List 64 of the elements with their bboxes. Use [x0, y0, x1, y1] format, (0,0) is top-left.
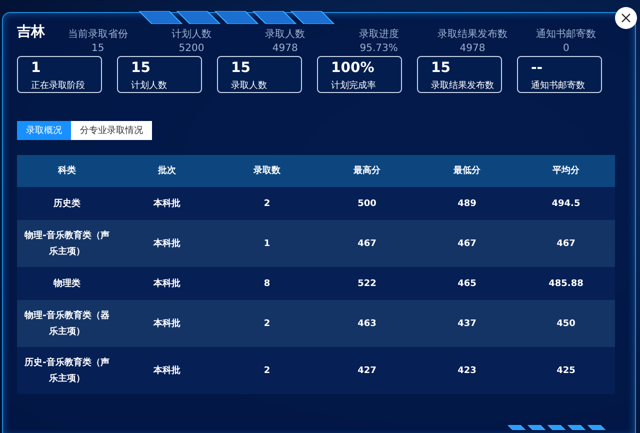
table-cell-text: 物理类 [52, 277, 82, 290]
table-cell-text: 437 [456, 318, 478, 330]
column-header: 科类 [56, 164, 77, 178]
background-stat-value: 4978 [272, 43, 298, 54]
table-cell-text: 本科批 [152, 197, 182, 210]
table-cell-text: 489 [456, 198, 478, 210]
table-cell-text: 本科批 [152, 364, 182, 378]
background-stat-label: 录取人数 [265, 28, 306, 41]
close-button[interactable] [615, 7, 637, 29]
stat-label: 录取人数 [231, 80, 268, 92]
stat-value: 15 [431, 60, 452, 76]
column-header: 最高分 [352, 164, 382, 178]
table-cell-text: 8 [262, 278, 272, 290]
column-header: 最低分 [452, 164, 482, 178]
table-cell-text: 本科批 [152, 277, 182, 290]
table-cell-text: 450 [556, 318, 576, 330]
table-cell-text: 485.88 [548, 278, 584, 290]
table-cell-text: 500 [356, 198, 378, 210]
stat-value: 1 [31, 60, 42, 76]
stat-value: -- [531, 60, 544, 76]
close-icon [621, 13, 631, 23]
background-stat-value: 5200 [178, 43, 204, 54]
background-stat-label: 录取进度 [358, 28, 399, 41]
stat-label: 录取结果发布数 [431, 80, 495, 92]
table-cell-text: 历史-音乐教育类（声乐主项） [24, 356, 110, 386]
table-cell-text: 1 [262, 238, 272, 250]
background-stat-label: 通知书邮寄数 [536, 28, 596, 41]
background-stat-value: 4978 [460, 43, 486, 54]
table-cell-text: 427 [356, 364, 378, 378]
table-cell-text: 467 [356, 238, 378, 250]
table-cell-text: 2 [262, 318, 272, 330]
column-header: 录取数 [252, 164, 282, 178]
table-cell-text: 467 [456, 238, 478, 250]
table-cell-text: 2 [262, 364, 272, 378]
stat-value: 100% [331, 60, 376, 76]
background-stat-value: 15 [91, 43, 104, 54]
tab[interactable]: 分专业录取情况 [71, 121, 152, 140]
stat-label: 计划完成率 [331, 80, 377, 92]
table-cell-text: 522 [356, 278, 378, 290]
table-cell-text: 425 [556, 364, 576, 378]
background-stat-value: 95.73% [360, 43, 398, 54]
table-cell-text: 本科批 [152, 237, 182, 250]
stat-value: 15 [131, 60, 152, 76]
table-cell-text: 本科批 [152, 317, 182, 330]
table-cell-text: 494.5 [550, 198, 582, 210]
table-cell-text: 历史类 [52, 197, 82, 210]
stat-label: 正在录取阶段 [31, 80, 86, 92]
table-cell-text: 2 [262, 198, 272, 210]
table-cell-text: 467 [556, 238, 576, 250]
stat-value: 15 [231, 60, 252, 76]
column-header: 平均分 [552, 164, 580, 178]
stat-label: 计划人数 [131, 80, 168, 92]
dialog-title: 吉林 [17, 23, 45, 41]
table-cell-text: 物理-音乐教育类（声乐主项） [23, 229, 110, 258]
background-stat-label: 录取结果发布数 [437, 28, 508, 41]
stat-label: 通知书邮寄数 [531, 80, 586, 92]
table-cell-text: 463 [356, 318, 378, 330]
background-stat-label: 当前录取省份 [68, 28, 128, 41]
column-header: 批次 [157, 164, 177, 178]
background-stat-value: 0 [562, 43, 570, 54]
table-cell-text: 物理-音乐教育类（器乐主项） [23, 309, 110, 338]
table-cell-text: 423 [456, 364, 478, 378]
table-cell-text: 465 [456, 278, 478, 290]
background-stat-label: 计划人数 [171, 28, 212, 41]
